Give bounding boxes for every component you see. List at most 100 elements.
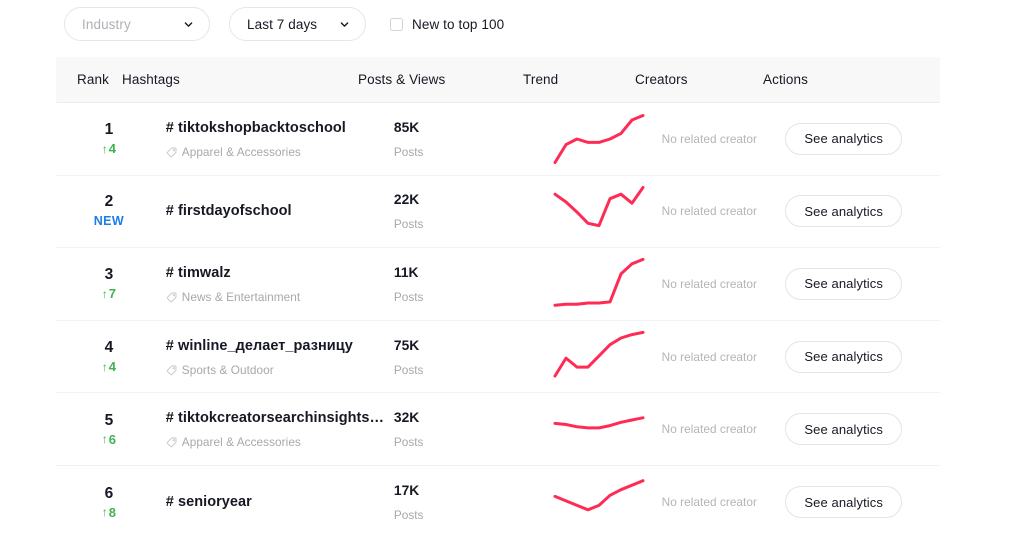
trend-sparkline <box>553 186 645 228</box>
posts-value: 17K <box>393 483 420 499</box>
posts-value: 75K <box>393 337 420 353</box>
rank-change: ↑ 7 <box>102 285 116 302</box>
rank-cell: 4 ↑ 4 <box>77 338 141 375</box>
creators-text: No related creator <box>661 204 757 219</box>
hashtag-name[interactable]: # timwalz <box>166 263 394 283</box>
tag-icon <box>166 437 177 448</box>
period-dropdown[interactable]: Last 7 days <box>229 7 366 41</box>
rank-change-value: 8 <box>108 504 117 520</box>
hashtag-cell[interactable]: # tiktokshopbacktoschool Apparel & Access… <box>166 118 394 160</box>
posts-label: Posts <box>393 508 424 523</box>
hashtag-cell[interactable]: # timwalz News & Entertainment <box>166 263 394 305</box>
rank-change-value: 4 <box>108 141 117 157</box>
rank-change: ↑ 4 <box>102 140 116 157</box>
filter-bar: Industry Last 7 days New to top 100 <box>0 0 1024 48</box>
rank-number: 2 <box>104 193 114 211</box>
header-actions: Actions <box>763 72 808 87</box>
posts-cell: 17K Posts <box>394 481 553 523</box>
rank-cell: 3 ↑ 7 <box>77 265 141 302</box>
arrow-up-icon: ↑ <box>101 141 108 156</box>
header-posts: Posts & Views <box>358 72 446 87</box>
hashtag-cell[interactable]: # senioryear <box>166 492 394 512</box>
hashtag-category-label: News & Entertainment <box>181 289 301 304</box>
industry-dropdown[interactable]: Industry <box>64 7 210 41</box>
hashtag-trends-page: Industry Last 7 days New to top 100 Rank… <box>0 0 1024 539</box>
trend-cell <box>553 472 661 532</box>
hashtag-table: Rank Hashtags Posts & Views Trend Creato… <box>56 57 940 539</box>
tag-icon <box>166 147 177 158</box>
rank-change-value: 4 <box>108 359 117 375</box>
creators-cell: No related creator <box>662 350 786 364</box>
hashtag-name[interactable]: # firstdayofschool <box>166 201 394 221</box>
table-row[interactable]: 2 NEW # firstdayofschool 22K Posts No related… <box>56 176 940 249</box>
creators-text: No related creator <box>661 131 757 146</box>
hashtag-cell[interactable]: # firstdayofschool <box>166 201 394 221</box>
table-row[interactable]: 4 ↑ 4 # winline_делает_разницу Sports & Outd… <box>56 321 940 394</box>
header-trend: Trend <box>523 72 559 87</box>
posts-label: Posts <box>393 362 424 377</box>
trend-sparkline <box>553 113 645 164</box>
trend-sparkline <box>553 416 645 430</box>
table-row[interactable]: 6 ↑ 8 # senioryear 17K Posts No related creato… <box>56 466 940 539</box>
new-to-top-100-checkbox[interactable]: New to top 100 <box>390 17 504 32</box>
see-analytics-button[interactable]: See analytics <box>785 267 902 300</box>
hashtag-category-label: Sports & Outdoor <box>181 362 274 377</box>
rank-change: ↑ 4 <box>102 358 116 375</box>
see-analytics-button[interactable]: See analytics <box>785 486 902 519</box>
rank-number: 3 <box>104 266 114 284</box>
hashtag-name[interactable]: # senioryear <box>166 492 394 512</box>
hashtag-cell[interactable]: # tiktokcreatorsearchinsights… Apparel & … <box>166 408 394 450</box>
new-badge: NEW <box>93 214 125 229</box>
checkbox-box-icon[interactable] <box>390 17 403 31</box>
hashtag-name[interactable]: # winline_делает_разницу <box>166 336 394 356</box>
arrow-up-icon: ↑ <box>101 432 108 447</box>
chevron-down-icon <box>340 21 349 27</box>
hashtag-cell[interactable]: # winline_делает_разницу Sports & Outdoor <box>166 336 394 378</box>
posts-label: Posts <box>393 217 424 232</box>
posts-label: Posts <box>393 144 424 159</box>
hashtag-category-label: Apparel & Accessories <box>181 435 301 450</box>
see-analytics-button[interactable]: See analytics <box>785 340 902 373</box>
creators-cell: No related creator <box>662 204 786 218</box>
creators-text: No related creator <box>661 495 757 510</box>
actions-cell: See analytics <box>785 413 940 446</box>
creators-text: No related creator <box>661 422 757 437</box>
hashtag-category-label: Apparel & Accessories <box>181 144 301 159</box>
see-analytics-button[interactable]: See analytics <box>785 122 902 155</box>
period-dropdown-label: Last 7 days <box>247 16 318 32</box>
header-rank: Rank <box>77 72 109 87</box>
table-body: 1 ↑ 4 # tiktokshopbacktoschool Apparel & Acc… <box>56 103 940 539</box>
posts-cell: 75K Posts <box>394 336 553 378</box>
rank-change: ↑ 6 <box>102 431 116 448</box>
trend-cell <box>553 399 661 459</box>
see-analytics-button[interactable]: See analytics <box>785 195 902 228</box>
rank-number: 1 <box>104 121 114 139</box>
table-row[interactable]: 5 ↑ 6 # tiktokcreatorsearchinsights… Apparel… <box>56 393 940 466</box>
rank-change-value: 6 <box>108 431 117 447</box>
see-analytics-button[interactable]: See analytics <box>785 413 902 446</box>
hashtag-category: Sports & Outdoor <box>166 363 394 378</box>
creators-text: No related creator <box>661 349 757 364</box>
posts-cell: 22K Posts <box>394 190 553 232</box>
tag-icon <box>166 365 177 375</box>
posts-cell: 11K Posts <box>394 263 553 305</box>
posts-value: 22K <box>393 192 420 208</box>
hashtag-name[interactable]: # tiktokshopbacktoschool <box>166 118 394 138</box>
creators-cell: No related creator <box>662 277 786 291</box>
creators-cell: No related creator <box>662 495 786 509</box>
rank-number: 4 <box>104 339 114 357</box>
posts-value: 85K <box>393 119 420 135</box>
table-row[interactable]: 1 ↑ 4 # tiktokshopbacktoschool Apparel & Acc… <box>56 103 940 176</box>
hashtag-category: Apparel & Accessories <box>166 435 394 450</box>
hashtag-name[interactable]: # tiktokcreatorsearchinsights… <box>166 408 394 428</box>
industry-dropdown-label: Industry <box>82 16 131 32</box>
posts-value: 11K <box>393 264 419 280</box>
trend-sparkline <box>553 479 645 512</box>
rank-change: ↑ 8 <box>102 504 116 521</box>
header-creators: Creators <box>635 72 688 87</box>
posts-cell: 32K Posts <box>394 408 553 450</box>
hashtag-category: Apparel & Accessories <box>166 145 394 160</box>
trend-sparkline <box>553 330 645 378</box>
table-row[interactable]: 3 ↑ 7 # timwalz News & Entertainment 11K Posts… <box>56 248 940 321</box>
chevron-down-icon <box>184 21 193 27</box>
